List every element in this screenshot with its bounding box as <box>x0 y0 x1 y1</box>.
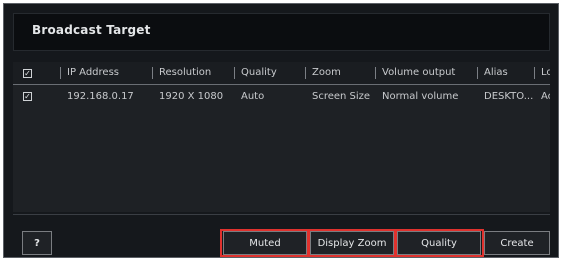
cell-resolution: 1920 X 1080 <box>159 91 224 102</box>
column-separator[interactable] <box>305 67 306 79</box>
cell-zoom: Screen Size <box>312 91 371 102</box>
column-separator[interactable] <box>375 67 376 79</box>
table-row[interactable]: ✓ 192.168.0.17 1920 X 1080 Auto Screen S… <box>13 86 550 108</box>
display-zoom-button[interactable]: Display Zoom <box>310 231 394 255</box>
column-header-resolution[interactable]: Resolution <box>159 67 211 78</box>
muted-button[interactable]: Muted <box>223 231 307 255</box>
column-separator[interactable] <box>152 67 153 79</box>
cell-volume-output: Normal volume <box>382 91 459 102</box>
broadcast-target-dialog: Broadcast Target ✓ IP Address Resolution… <box>3 3 559 258</box>
column-separator[interactable] <box>60 67 61 79</box>
column-header-ip-address[interactable]: IP Address <box>67 67 119 78</box>
row-checkbox[interactable]: ✓ <box>23 92 32 101</box>
help-button[interactable]: ? <box>22 231 52 255</box>
create-button[interactable]: Create <box>484 231 550 255</box>
dialog-footer: ? Muted Display Zoom Quality Create <box>13 214 550 257</box>
check-icon: ✓ <box>24 91 31 101</box>
cell-ip-address: 192.168.0.17 <box>67 91 134 102</box>
column-header-alias[interactable]: Alias <box>484 67 508 78</box>
select-all-checkbox[interactable]: ✓ <box>23 69 32 78</box>
column-separator[interactable] <box>477 67 478 79</box>
target-table: ✓ IP Address Resolution Quality Zoom Vol… <box>13 62 550 212</box>
column-header-volume-output[interactable]: Volume output <box>382 67 455 78</box>
check-icon: ✓ <box>24 68 31 78</box>
cell-alias: DESKTO... <box>484 91 534 102</box>
column-separator[interactable] <box>534 67 535 79</box>
column-header-quality[interactable]: Quality <box>241 67 277 78</box>
table-header: ✓ IP Address Resolution Quality Zoom Vol… <box>13 62 550 85</box>
title-bar: Broadcast Target <box>13 13 550 51</box>
cell-quality: Auto <box>241 91 265 102</box>
dialog-title: Broadcast Target <box>32 23 151 37</box>
quality-button[interactable]: Quality <box>397 231 481 255</box>
column-separator[interactable] <box>234 67 235 79</box>
column-header-lo[interactable]: Lo <box>541 67 550 78</box>
cell-lo: Ac <box>541 91 550 102</box>
column-header-zoom[interactable]: Zoom <box>312 67 341 78</box>
